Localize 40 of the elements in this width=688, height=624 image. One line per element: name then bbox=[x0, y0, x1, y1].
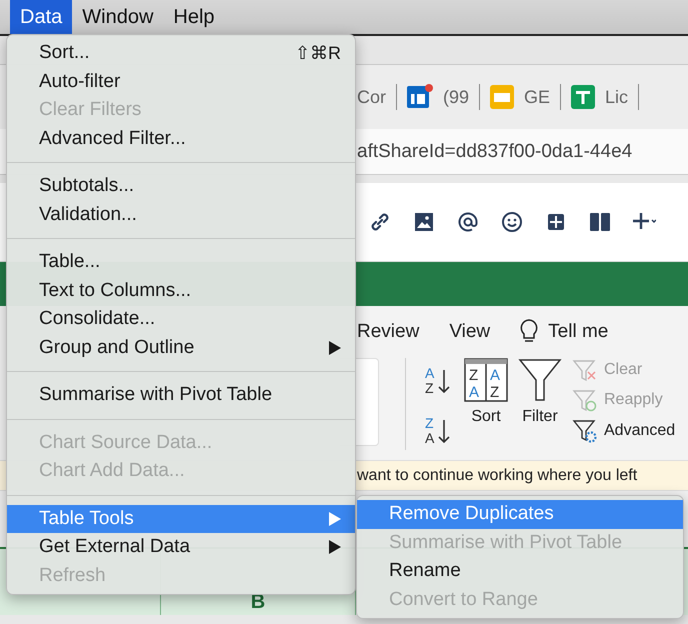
reapply-filter-icon bbox=[572, 388, 598, 412]
profile-badge-icon bbox=[407, 84, 434, 110]
menu-item[interactable]: Table... bbox=[7, 248, 355, 276]
at-sign-icon[interactable] bbox=[456, 210, 480, 234]
lightbulb-icon bbox=[520, 319, 538, 345]
columns-icon[interactable] bbox=[588, 210, 612, 234]
menu-item[interactable]: Auto-filter bbox=[7, 68, 355, 96]
clear-filter-icon bbox=[572, 358, 598, 382]
notification-text: want to continue working where you left bbox=[357, 466, 638, 484]
bookmark-link[interactable]: (99 bbox=[443, 86, 470, 108]
menu-item[interactable]: Rename bbox=[357, 557, 683, 586]
bookmark-link[interactable]: GE bbox=[524, 86, 550, 108]
menu-item[interactable]: Subtotals... bbox=[7, 172, 355, 200]
submenu-arrow-icon bbox=[329, 512, 341, 526]
advanced-filter-icon bbox=[572, 418, 598, 444]
ribbon-tab[interactable]: Review bbox=[357, 321, 420, 343]
menu-item[interactable]: Summarise with Pivot Table bbox=[7, 381, 355, 410]
menu-item[interactable]: Sort... ⇧⌘R bbox=[7, 39, 355, 68]
submenu-arrow-icon bbox=[329, 340, 341, 355]
menu-item[interactable]: Validation... bbox=[7, 200, 355, 229]
menu-item[interactable]: Get External Data bbox=[7, 533, 355, 562]
slides-icon bbox=[490, 85, 514, 109]
filter-action[interactable]: Advanced bbox=[572, 418, 676, 444]
ribbon-tab[interactable]: View bbox=[449, 321, 490, 343]
submenu-arrow-icon bbox=[329, 540, 341, 554]
bookmark-link[interactable]: Lic bbox=[605, 86, 628, 108]
menubar-item[interactable]: Help bbox=[163, 0, 225, 34]
bookmark-link[interactable]: Cor bbox=[357, 86, 386, 108]
menu-item[interactable]: Consolidate... bbox=[7, 305, 355, 334]
address-text[interactable]: aftShareId=dd837f00-0da1-44e4 bbox=[357, 140, 632, 162]
smiley-icon[interactable] bbox=[500, 210, 524, 234]
menu-item[interactable]: Remove Duplicates bbox=[357, 500, 683, 528]
image-icon[interactable] bbox=[412, 210, 436, 234]
menubar-item[interactable]: Data bbox=[10, 0, 72, 34]
menu-item[interactable]: Table Tools bbox=[7, 504, 355, 533]
sheet-icon bbox=[571, 85, 596, 109]
tell-me-search[interactable]: Tell me bbox=[548, 321, 608, 343]
menubar-item[interactable]: Window bbox=[72, 0, 164, 34]
menu-item[interactable]: Advanced Filter... bbox=[7, 124, 355, 153]
menu-item[interactable]: Group and Outline bbox=[7, 334, 355, 362]
